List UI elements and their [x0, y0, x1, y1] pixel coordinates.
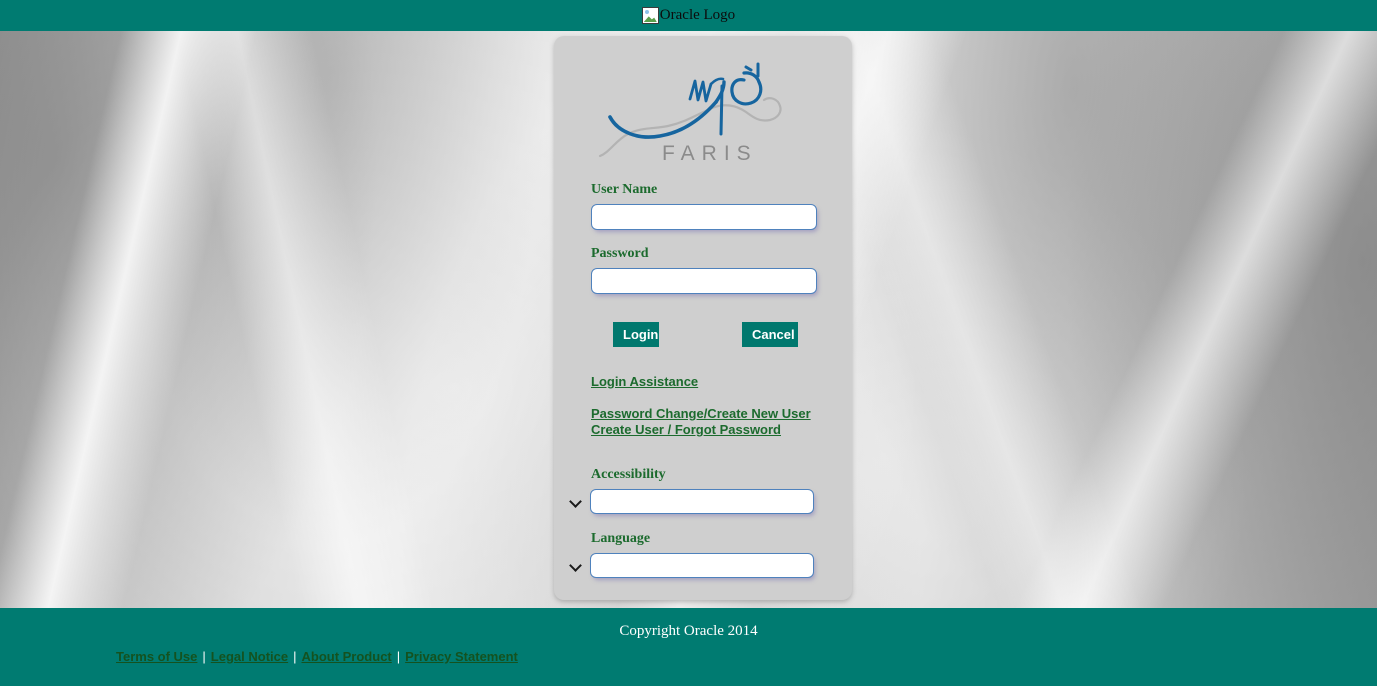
- broken-image-icon: [641, 7, 659, 24]
- footer-separator: |: [396, 649, 401, 664]
- accessibility-label: Accessibility: [591, 467, 666, 482]
- login-page: Oracle Logo FARIS User Name Password Log…: [0, 0, 1377, 686]
- copyright-text: Copyright Oracle 2014: [619, 623, 758, 639]
- password-change-create-new-user-link[interactable]: Password Change/Create New User: [591, 406, 811, 421]
- password-input[interactable]: [591, 268, 817, 294]
- faris-wordmark: FARIS: [662, 142, 758, 165]
- footer-separator: |: [202, 649, 206, 664]
- login-card: FARIS User Name Password Login Cancel Lo…: [554, 36, 852, 600]
- legal-notice-link[interactable]: Legal Notice: [211, 649, 288, 664]
- language-label: Language: [591, 531, 651, 546]
- language-select[interactable]: [590, 553, 814, 578]
- username-input[interactable]: [591, 204, 817, 230]
- top-bar: Oracle Logo: [0, 0, 1377, 31]
- about-product-link[interactable]: About Product: [301, 649, 391, 664]
- login-button[interactable]: Login: [613, 322, 659, 347]
- password-label: Password: [591, 246, 649, 261]
- accessibility-select[interactable]: [590, 489, 814, 514]
- username-label: User Name: [591, 182, 658, 197]
- cancel-button[interactable]: Cancel: [742, 322, 798, 347]
- create-user-forgot-password-link[interactable]: Create User / Forgot Password: [591, 422, 781, 437]
- footer: Copyright Oracle 2014 Terms of Use | Leg…: [0, 608, 1377, 686]
- oracle-logo-broken-image: Oracle Logo: [641, 7, 736, 24]
- terms-of-use-link[interactable]: Terms of Use: [116, 649, 197, 664]
- login-assistance-link[interactable]: Login Assistance: [591, 374, 698, 389]
- faris-logo: FARIS: [594, 56, 814, 176]
- oracle-logo-alt-text: Oracle Logo: [659, 7, 736, 23]
- privacy-statement-link[interactable]: Privacy Statement: [405, 649, 518, 664]
- footer-links: Terms of Use | Legal Notice | About Prod…: [116, 649, 518, 664]
- footer-separator: |: [293, 649, 297, 664]
- chevron-down-icon: [571, 497, 580, 506]
- chevron-down-icon: [571, 561, 580, 570]
